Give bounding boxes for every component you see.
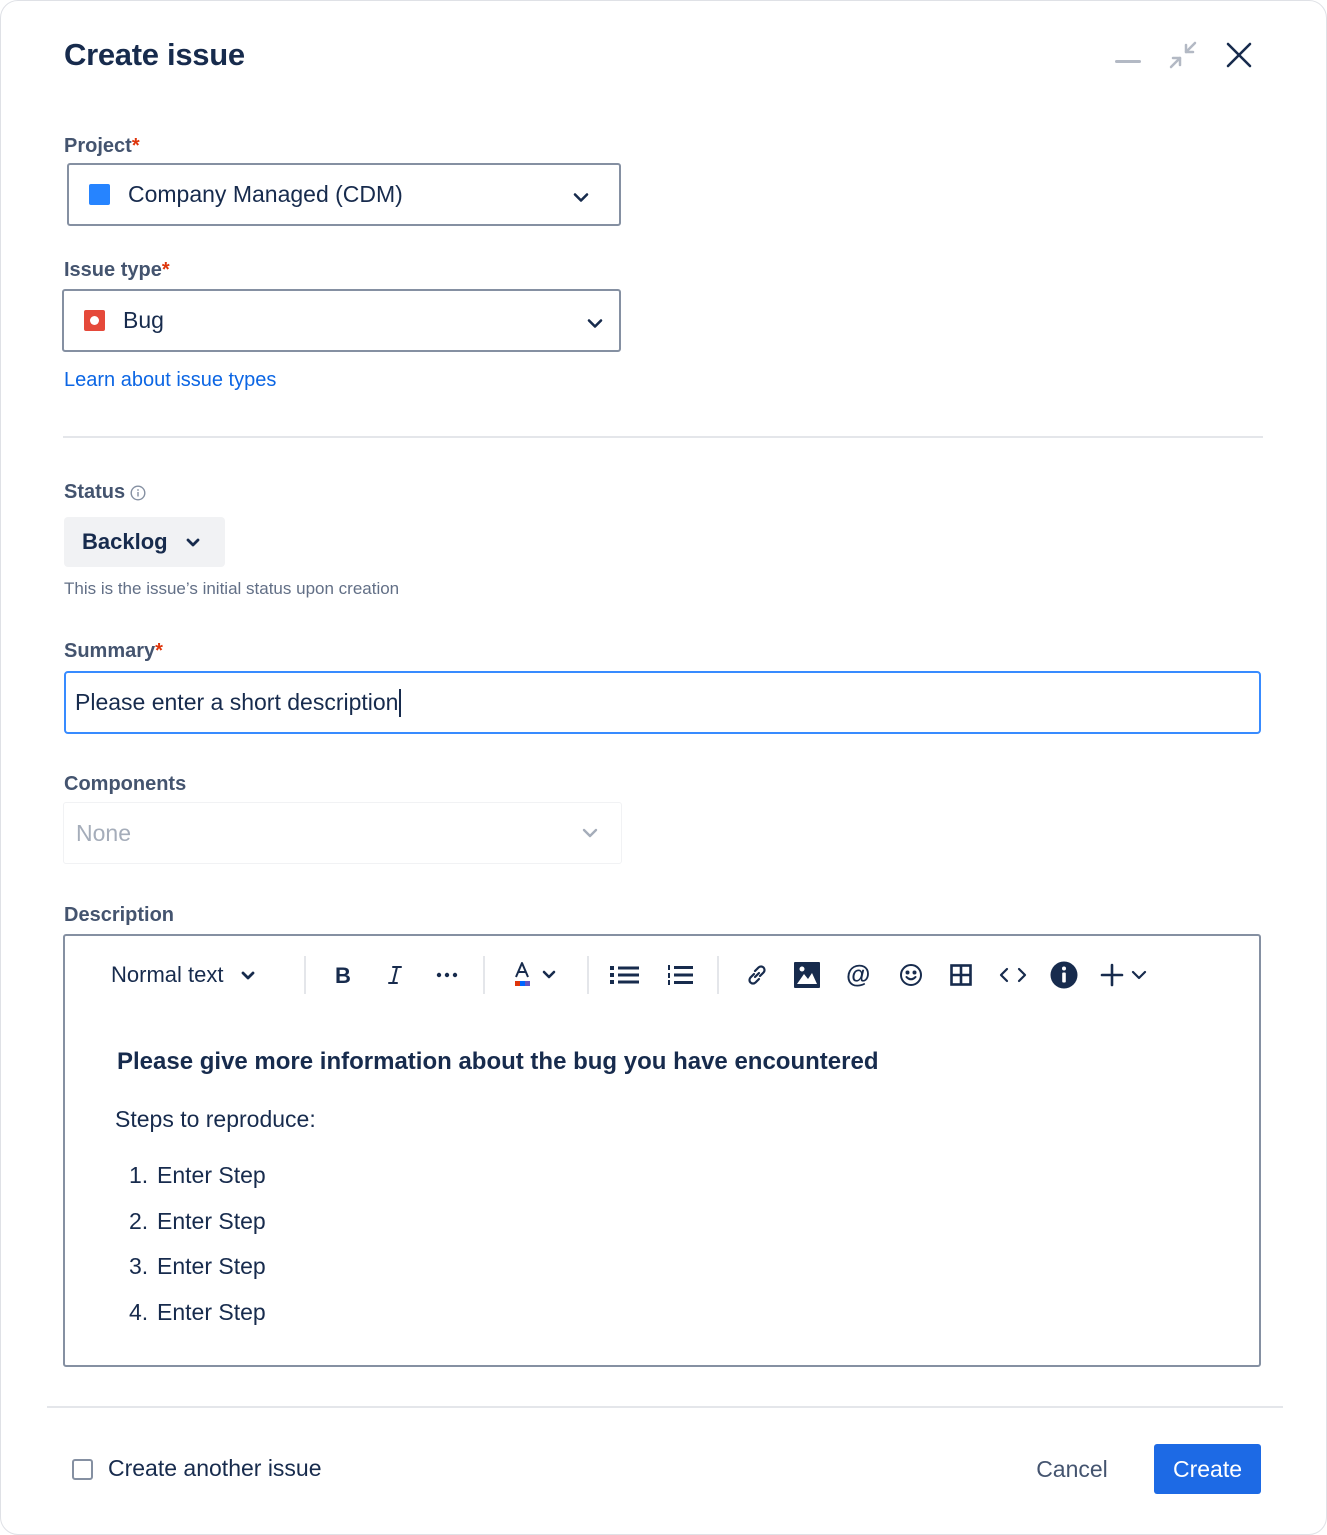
components-select-value: None (76, 819, 131, 846)
dialog-title: Create issue (64, 37, 245, 72)
close-icon[interactable] (1221, 37, 1257, 73)
learn-issue-types-link[interactable]: Learn about issue types (64, 369, 276, 392)
bug-icon (84, 310, 105, 331)
description-editor[interactable]: Normal text B @ Please give more informa… (63, 934, 1261, 1367)
project-select[interactable]: Company Managed (CDM) (67, 163, 621, 226)
link-icon[interactable] (735, 952, 779, 998)
emoji-icon[interactable] (889, 952, 933, 998)
text-caret (399, 688, 401, 717)
table-icon[interactable] (939, 952, 983, 998)
toolbar-separator (483, 956, 485, 994)
issue-type-select-value: Bug (123, 307, 164, 333)
status-label: Status (64, 481, 146, 504)
minimize-icon[interactable] (1113, 37, 1143, 87)
bold-icon[interactable]: B (323, 952, 363, 998)
mention-icon[interactable]: @ (837, 952, 881, 998)
issue-type-label: Issue type* (64, 259, 170, 281)
italic-icon[interactable] (375, 952, 415, 998)
chevron-down-icon (587, 307, 603, 334)
description-heading: Please give more information about the b… (117, 1048, 879, 1075)
create-issue-dialog: Create issue Project* Company Managed (C… (0, 0, 1327, 1535)
text-color-icon[interactable] (505, 952, 565, 998)
chevron-down-icon (582, 828, 598, 838)
description-label: Description (64, 904, 175, 926)
components-label: Components (64, 773, 187, 795)
chevron-down-icon (573, 181, 589, 208)
code-icon[interactable] (991, 952, 1035, 998)
create-button[interactable]: Create (1154, 1444, 1261, 1494)
toolbar-separator (717, 956, 719, 994)
insert-more-icon[interactable] (1095, 952, 1155, 998)
text-style-value: Normal text (111, 962, 224, 987)
svg-text:@: @ (846, 962, 870, 988)
svg-text:B: B (335, 965, 351, 985)
editor-toolbar: Normal text B @ (65, 952, 1259, 998)
status-value: Backlog (82, 529, 168, 554)
list-item: 4. Enter Step (129, 1298, 266, 1325)
list-item: 3. Enter Step (129, 1253, 266, 1279)
status-helper-text: This is the issue’s initial status upon … (64, 579, 400, 598)
components-select[interactable]: None (63, 802, 622, 864)
footer-divider (47, 1406, 1283, 1408)
list-item: 1. Enter Step (129, 1162, 266, 1188)
more-formatting-icon[interactable] (427, 952, 467, 998)
text-style-dropdown[interactable]: Normal text (105, 952, 281, 998)
bullet-list-icon[interactable] (603, 952, 647, 998)
toolbar-separator (304, 956, 306, 994)
steps-list: 1. Enter Step 2. Enter Step 3. Enter Step 4… (129, 1162, 266, 1344)
create-another-label[interactable]: Create another issue (108, 1455, 322, 1482)
summary-label: Summary* (64, 640, 163, 662)
project-square-icon (89, 184, 110, 205)
section-divider (63, 436, 1263, 438)
create-another-checkbox[interactable] (72, 1459, 93, 1480)
toolbar-separator (587, 956, 589, 994)
project-label: Project* (64, 135, 140, 157)
description-intro: Steps to reproduce: (115, 1106, 316, 1132)
chevron-down-icon (241, 971, 255, 980)
info-icon (130, 484, 146, 501)
list-item: 2. Enter Step (129, 1207, 266, 1234)
issue-type-select[interactable]: Bug (62, 289, 621, 352)
cancel-button[interactable]: Cancel (1016, 1444, 1128, 1494)
info-panel-icon[interactable] (1042, 952, 1086, 998)
project-select-value: Company Managed (CDM) (128, 181, 403, 207)
collapse-icon[interactable] (1165, 37, 1201, 73)
chevron-down-icon (186, 538, 200, 547)
summary-input[interactable]: Please enter a short description (64, 671, 1261, 734)
image-icon[interactable] (785, 952, 829, 998)
status-dropdown-button[interactable]: Backlog (64, 517, 225, 567)
numbered-list-icon[interactable] (659, 952, 703, 998)
summary-input-value: Please enter a short description (75, 689, 399, 715)
